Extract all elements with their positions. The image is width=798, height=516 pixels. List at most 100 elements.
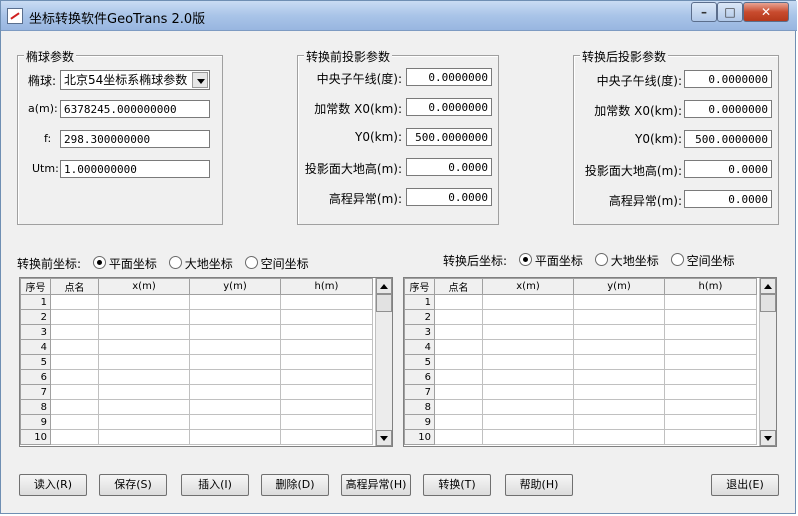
h-cell[interactable] — [280, 429, 373, 445]
h-cell[interactable] — [664, 399, 757, 415]
x-cell[interactable] — [482, 399, 574, 415]
before-option-space[interactable]: 空间坐标 — [261, 257, 309, 271]
x-cell[interactable] — [98, 309, 190, 325]
pre-anomaly-field[interactable]: 0.0000 — [406, 188, 492, 206]
chevron-down-icon[interactable] — [192, 72, 208, 88]
exit-button[interactable]: 退出(E) — [711, 474, 779, 496]
post-anomaly-field[interactable]: 0.0000 — [684, 190, 772, 208]
scroll-thumb[interactable] — [760, 294, 776, 312]
post-height-field[interactable]: 0.0000 — [684, 160, 772, 178]
x-cell[interactable] — [482, 294, 574, 310]
a-field[interactable]: 6378245.000000000 — [60, 100, 210, 118]
x-cell[interactable] — [482, 414, 574, 430]
scroll-down-icon[interactable] — [376, 430, 392, 446]
before-grid-scrollbar[interactable] — [375, 278, 392, 446]
h-cell[interactable] — [664, 384, 757, 400]
post-x0-field[interactable]: 0.0000000 — [684, 100, 772, 118]
h-cell[interactable] — [280, 339, 373, 355]
col-header-name[interactable]: 点名 — [434, 278, 483, 295]
ellipsoid-select[interactable]: 北京54坐标系椭球参数 — [60, 70, 210, 90]
h-cell[interactable] — [664, 429, 757, 445]
h-cell[interactable] — [280, 414, 373, 430]
point-name-cell[interactable] — [434, 354, 483, 370]
point-name-cell[interactable] — [50, 399, 99, 415]
point-name-cell[interactable] — [50, 354, 99, 370]
save-button[interactable]: 保存(S) — [99, 474, 167, 496]
x-cell[interactable] — [98, 339, 190, 355]
x-cell[interactable] — [98, 294, 190, 310]
close-button[interactable]: ✕ — [743, 2, 789, 22]
y-cell[interactable] — [573, 429, 665, 445]
col-header-y[interactable]: y(m) — [189, 278, 281, 295]
y-cell[interactable] — [189, 309, 281, 325]
x-cell[interactable] — [482, 369, 574, 385]
y-cell[interactable] — [189, 339, 281, 355]
pre-meridian-field[interactable]: 0.0000000 — [406, 68, 492, 86]
read-button[interactable]: 读入(R) — [19, 474, 87, 496]
col-header-y[interactable]: y(m) — [573, 278, 665, 295]
scroll-thumb[interactable] — [376, 294, 392, 312]
scroll-up-icon[interactable] — [376, 278, 392, 294]
y-cell[interactable] — [189, 399, 281, 415]
scroll-up-icon[interactable] — [760, 278, 776, 294]
after-coords-grid[interactable]: 序号 点名 x(m) y(m) h(m) 1 2 3 4 5 6 7 8 9 10 — [403, 277, 777, 447]
y-cell[interactable] — [573, 384, 665, 400]
x-cell[interactable] — [98, 429, 190, 445]
point-name-cell[interactable] — [434, 384, 483, 400]
h-cell[interactable] — [664, 324, 757, 340]
insert-button[interactable]: 插入(I) — [181, 474, 249, 496]
before-option-plane[interactable]: 平面坐标 — [109, 257, 157, 271]
after-option-space[interactable]: 空间坐标 — [687, 254, 735, 268]
before-radio-geodetic[interactable] — [168, 256, 182, 269]
x-cell[interactable] — [482, 384, 574, 400]
col-header-index[interactable]: 序号 — [404, 278, 435, 295]
before-radio-plane[interactable] — [92, 256, 106, 269]
point-name-cell[interactable] — [50, 369, 99, 385]
col-header-x[interactable]: x(m) — [482, 278, 574, 295]
y-cell[interactable] — [573, 294, 665, 310]
after-grid-scrollbar[interactable] — [759, 278, 776, 446]
pre-y0-field[interactable]: 500.0000000 — [406, 128, 492, 146]
h-cell[interactable] — [664, 309, 757, 325]
y-cell[interactable] — [573, 309, 665, 325]
after-option-geodetic[interactable]: 大地坐标 — [611, 254, 659, 268]
h-cell[interactable] — [280, 309, 373, 325]
title-bar[interactable]: 坐标转换软件GeoTrans 2.0版 – □ ✕ — [1, 1, 797, 31]
y-cell[interactable] — [573, 354, 665, 370]
h-cell[interactable] — [280, 294, 373, 310]
scroll-down-icon[interactable] — [760, 430, 776, 446]
y-cell[interactable] — [189, 369, 281, 385]
y-cell[interactable] — [189, 414, 281, 430]
before-radio-space[interactable] — [244, 256, 258, 269]
elevation-anomaly-button[interactable]: 高程异常(H) — [341, 474, 411, 496]
h-cell[interactable] — [280, 384, 373, 400]
point-name-cell[interactable] — [434, 309, 483, 325]
point-name-cell[interactable] — [50, 429, 99, 445]
h-cell[interactable] — [664, 339, 757, 355]
h-cell[interactable] — [664, 369, 757, 385]
h-cell[interactable] — [280, 369, 373, 385]
col-header-x[interactable]: x(m) — [98, 278, 190, 295]
convert-button[interactable]: 转换(T) — [423, 474, 491, 496]
after-radio-space[interactable] — [670, 253, 684, 266]
point-name-cell[interactable] — [50, 294, 99, 310]
y-cell[interactable] — [189, 384, 281, 400]
x-cell[interactable] — [482, 339, 574, 355]
point-name-cell[interactable] — [434, 414, 483, 430]
x-cell[interactable] — [482, 354, 574, 370]
before-coords-grid[interactable]: 序号 点名 x(m) y(m) h(m) 1 2 3 4 5 6 7 8 9 10 — [19, 277, 393, 447]
point-name-cell[interactable] — [50, 414, 99, 430]
maximize-button[interactable]: □ — [717, 2, 743, 22]
point-name-cell[interactable] — [50, 384, 99, 400]
post-y0-field[interactable]: 500.0000000 — [684, 130, 772, 148]
h-cell[interactable] — [664, 354, 757, 370]
x-cell[interactable] — [98, 324, 190, 340]
x-cell[interactable] — [482, 309, 574, 325]
x-cell[interactable] — [98, 414, 190, 430]
col-header-index[interactable]: 序号 — [20, 278, 51, 295]
y-cell[interactable] — [189, 324, 281, 340]
col-header-name[interactable]: 点名 — [50, 278, 99, 295]
help-button[interactable]: 帮助(H) — [505, 474, 573, 496]
point-name-cell[interactable] — [50, 309, 99, 325]
y-cell[interactable] — [189, 294, 281, 310]
